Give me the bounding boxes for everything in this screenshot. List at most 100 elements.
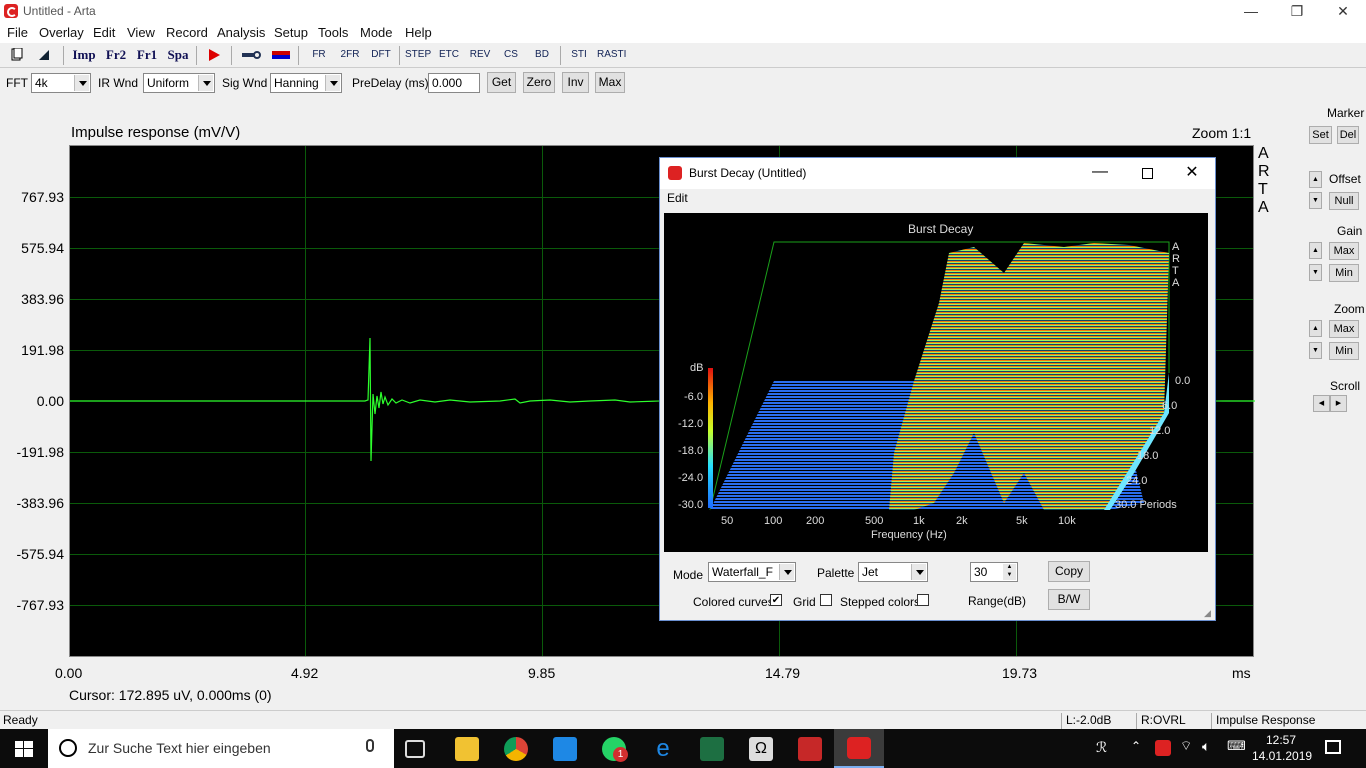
windows-start-icon[interactable] xyxy=(15,741,33,760)
predelay-input[interactable]: 0.000 xyxy=(428,73,480,93)
invert-button[interactable]: Inv xyxy=(562,72,589,93)
menu-file[interactable]: File xyxy=(7,25,28,40)
fft-size-select[interactable]: 4k xyxy=(31,73,91,93)
zoom-max-button[interactable]: Max xyxy=(1329,320,1359,338)
gain-max-button[interactable]: Max xyxy=(1329,242,1359,260)
fr1-mode-button[interactable]: Fr1 xyxy=(133,45,161,66)
cs-graph-icon[interactable]: CS xyxy=(498,45,524,66)
offset-null-button[interactable]: Null xyxy=(1329,192,1359,210)
fr2-mode-button[interactable]: Fr2 xyxy=(102,45,130,66)
marker-set-button[interactable]: Set xyxy=(1309,126,1332,144)
arta-app-icon xyxy=(4,4,18,18)
clock-date[interactable]: 14.01.2019 xyxy=(1252,749,1312,763)
chevron-up-icon[interactable]: ⌃ xyxy=(1131,739,1141,753)
burst-decay-waterfall-plot[interactable]: Burst Decay dB -6.0 -12.0 -18.0 -24.0 -3… xyxy=(664,213,1208,552)
speaker-icon[interactable]: 🔈︎ xyxy=(1202,738,1210,755)
bw-button[interactable]: B/W xyxy=(1048,589,1090,610)
menu-help[interactable]: Help xyxy=(405,25,432,40)
fr-graph-icon[interactable]: FR xyxy=(306,45,332,66)
maximize-button[interactable]: ❐ xyxy=(1274,0,1320,23)
scroll-left-button[interactable]: ◀ xyxy=(1313,395,1330,412)
bd-graph-icon[interactable]: BD xyxy=(529,45,555,66)
stepped-colors-checkbox[interactable] xyxy=(917,594,929,606)
zoom-label: Zoom xyxy=(1334,302,1365,316)
get-button[interactable]: Get xyxy=(487,72,516,93)
minimize-button[interactable]: — xyxy=(1228,0,1274,23)
menu-analysis[interactable]: Analysis xyxy=(217,25,265,40)
rev-graph-icon[interactable]: REV xyxy=(467,45,493,66)
imp-mode-button[interactable]: Imp xyxy=(70,45,98,66)
record-play-icon[interactable] xyxy=(203,45,225,66)
chevron-down-icon xyxy=(74,75,89,91)
zoom-min-button[interactable]: Min xyxy=(1329,342,1359,360)
grid-checkbox[interactable] xyxy=(820,594,832,606)
menu-setup[interactable]: Setup xyxy=(274,25,308,40)
action-center-icon[interactable] xyxy=(1325,740,1341,754)
clock-time[interactable]: 12:57 xyxy=(1266,733,1296,747)
zoom-up-button[interactable]: ▲ xyxy=(1309,320,1322,337)
freq-tick: 1k xyxy=(913,515,925,527)
freq-tick: 200 xyxy=(806,515,825,527)
dialog-minimize-button[interactable]: — xyxy=(1085,160,1115,186)
dialog-maximize-button[interactable] xyxy=(1132,160,1162,186)
menu-record[interactable]: Record xyxy=(166,25,208,40)
max-button[interactable]: Max xyxy=(595,72,625,93)
mail-icon[interactable] xyxy=(553,737,577,761)
wifi-icon[interactable]: ⌔ xyxy=(1180,738,1192,754)
gain-up-button[interactable]: ▲ xyxy=(1309,242,1322,259)
mode-select[interactable]: Waterfall_F xyxy=(708,562,796,582)
offset-up-button[interactable]: ▲ xyxy=(1309,171,1322,188)
edge-icon[interactable]: e xyxy=(651,737,675,761)
step-graph-icon[interactable]: STEP xyxy=(405,45,431,66)
offset-down-button[interactable]: ▼ xyxy=(1309,192,1322,209)
cursor-readout: Cursor: 172.895 uV, 0.000ms (0) xyxy=(69,687,272,703)
signal-icon[interactable] xyxy=(270,45,292,66)
people-icon[interactable]: ℛ xyxy=(1096,739,1107,756)
excel-icon[interactable] xyxy=(700,737,724,761)
zero-button[interactable]: Zero xyxy=(523,72,555,93)
arta-tray-icon[interactable] xyxy=(1155,740,1171,756)
arta-taskbar-button[interactable] xyxy=(834,729,884,768)
taskbar-search-box[interactable]: Zur Suche Text hier eingeben xyxy=(48,729,394,768)
menu-tools[interactable]: Tools xyxy=(318,25,348,40)
ir-window-select[interactable]: Uniform xyxy=(143,73,215,93)
open-arrow-icon[interactable] xyxy=(33,45,55,66)
2fr-graph-icon[interactable]: 2FR xyxy=(337,45,363,66)
db-axis-label: dB xyxy=(690,362,704,374)
keyboard-icon[interactable]: ⌨︎ xyxy=(1227,738,1246,754)
menu-mode[interactable]: Mode xyxy=(360,25,393,40)
main-toolbar: Imp Fr2 Fr1 Spa FR 2FR DFT STEP ETC REV … xyxy=(0,43,1366,68)
omega-app-icon[interactable]: Ω xyxy=(749,737,773,761)
marker-del-button[interactable]: Del xyxy=(1337,126,1359,144)
palette-select[interactable]: Jet xyxy=(858,562,928,582)
dialog-menu-edit[interactable]: Edit xyxy=(667,191,688,205)
dft-graph-icon[interactable]: DFT xyxy=(368,45,394,66)
gain-min-button[interactable]: Min xyxy=(1329,264,1359,282)
sti-graph-icon[interactable]: STI xyxy=(566,45,592,66)
range-down-icon: ▼ xyxy=(1003,572,1016,580)
rasti-graph-icon[interactable]: RASTI xyxy=(597,45,626,66)
close-button[interactable]: ✕ xyxy=(1320,0,1366,23)
new-file-icon[interactable] xyxy=(5,45,27,66)
zoom-down-button[interactable]: ▼ xyxy=(1309,342,1322,359)
scroll-right-button[interactable]: ▶ xyxy=(1330,395,1347,412)
puzzle-app-icon[interactable] xyxy=(798,737,822,761)
menu-view[interactable]: View xyxy=(127,25,155,40)
menu-overlay[interactable]: Overlay xyxy=(39,25,84,40)
dialog-close-button[interactable]: ✕ xyxy=(1177,160,1207,186)
copy-button[interactable]: Copy xyxy=(1048,561,1090,582)
signal-window-select[interactable]: Hanning xyxy=(270,73,342,93)
colored-curves-checkbox[interactable]: ✔ xyxy=(770,594,782,606)
microphone-icon[interactable] xyxy=(366,739,374,752)
range-stepper[interactable]: 30 ▲ ▼ xyxy=(970,562,1018,582)
resize-grip-icon[interactable]: ◢ xyxy=(1204,608,1214,618)
gain-down-button[interactable]: ▼ xyxy=(1309,264,1322,281)
menu-edit[interactable]: Edit xyxy=(93,25,115,40)
spa-mode-button[interactable]: Spa xyxy=(164,45,192,66)
task-view-icon[interactable] xyxy=(405,740,425,758)
chrome-icon[interactable] xyxy=(504,737,528,761)
generator-icon[interactable] xyxy=(240,45,262,66)
file-explorer-icon[interactable] xyxy=(455,737,479,761)
etc-graph-icon[interactable]: ETC xyxy=(436,45,462,66)
status-mode: Impulse Response xyxy=(1211,713,1361,729)
